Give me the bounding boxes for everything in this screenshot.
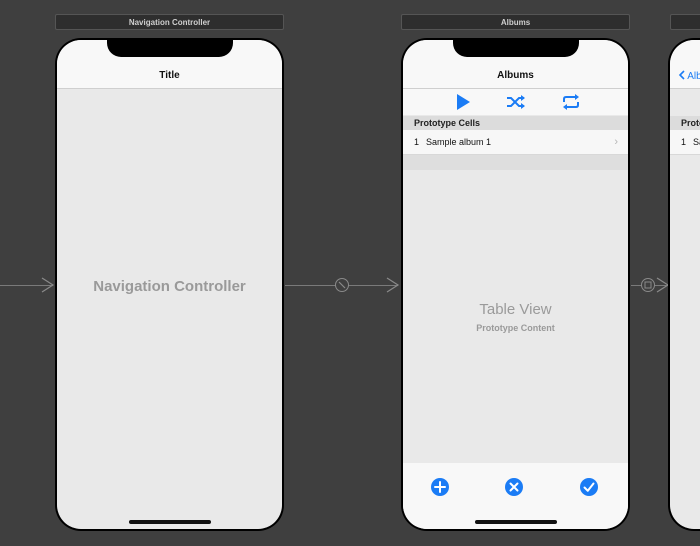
scene-title-navigation-controller[interactable]: Navigation Controller [55, 14, 284, 30]
disclosure-chevron-icon: › [614, 136, 618, 148]
scene-title-detail[interactable] [670, 14, 700, 30]
nav-title: Albums [497, 70, 534, 81]
done-button[interactable] [580, 478, 598, 496]
top-toolbar [403, 89, 628, 115]
shuffle-icon[interactable] [506, 93, 526, 111]
cell-index: 1 [681, 137, 687, 147]
show-segue-icon[interactable] [641, 278, 655, 292]
cell-title: Sa [693, 137, 700, 147]
cell-index: 1 [414, 137, 420, 147]
table-row[interactable]: 1 Sa [670, 130, 700, 155]
scene-title-albums[interactable]: Albums [401, 14, 630, 30]
table-row[interactable]: 1 Sample album 1 › [403, 130, 628, 155]
repeat-icon[interactable] [561, 93, 581, 111]
relationship-segue-arrowhead-icon [386, 277, 400, 293]
relationship-segue-icon[interactable] [335, 278, 349, 292]
table-spacer [403, 155, 628, 170]
back-button[interactable]: Alb [678, 70, 700, 82]
cancel-icon [509, 482, 519, 492]
navigation-controller-scene[interactable]: Title Navigation Controller [55, 38, 284, 531]
navigation-bar[interactable]: Alb [670, 40, 700, 89]
add-button[interactable] [431, 478, 449, 496]
cancel-button[interactable] [505, 478, 523, 496]
albums-screen: Albums Prototype Cells 1 Sample album 1 … [403, 40, 628, 529]
table-view-label: Table View [479, 301, 552, 318]
detail-screen: Alb Proto 1 Sa [670, 40, 700, 529]
checkmark-icon [583, 482, 595, 492]
home-indicator [128, 520, 211, 524]
navigation-controller-placeholder-label: Navigation Controller [93, 278, 246, 295]
add-icon [434, 481, 446, 493]
albums-scene[interactable]: Albums Prototype Cells 1 Sample album 1 … [401, 38, 630, 531]
device-notch [452, 40, 579, 57]
nav-title: Title [159, 70, 180, 81]
cell-title: Sample album 1 [426, 137, 492, 147]
device-notch [106, 40, 233, 57]
play-icon[interactable] [453, 93, 473, 111]
table-view-sublabel: Prototype Content [476, 323, 555, 333]
home-indicator [474, 520, 557, 524]
back-button-label: Alb [687, 71, 700, 82]
back-chevron-icon [678, 70, 685, 80]
detail-scene[interactable]: Alb Proto 1 Sa [668, 38, 700, 531]
navigation-controller-screen: Title Navigation Controller [57, 40, 282, 529]
entry-point-arrowhead-icon [41, 277, 55, 293]
prototype-cells-header: Proto [670, 116, 700, 130]
prototype-cells-header: Prototype Cells [403, 116, 628, 130]
